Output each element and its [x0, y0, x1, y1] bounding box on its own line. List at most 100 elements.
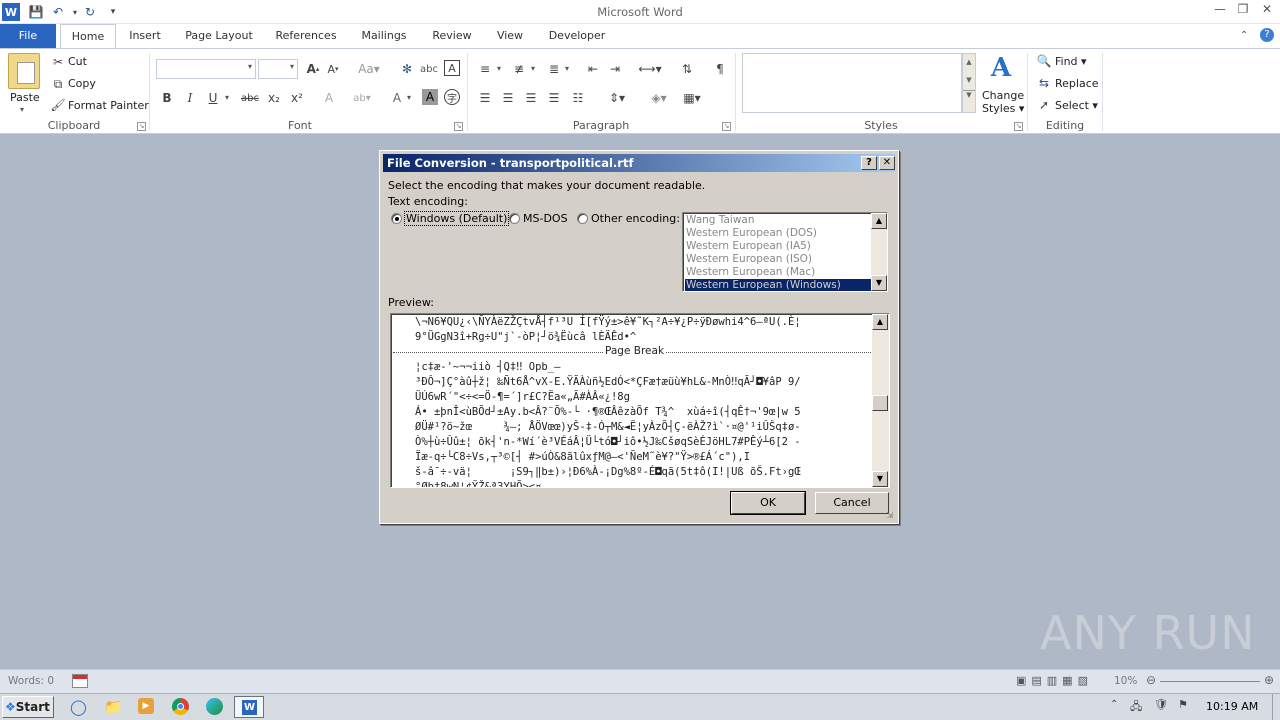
help-button[interactable]: ? — [861, 156, 877, 170]
list-item[interactable]: Western European (IA5) — [685, 240, 873, 253]
preview-pane[interactable]: \¬N6¥QU¿‹\ÑYÀëZŽÇtvÅ┤f¹³U Í[fŸý±>ê¥˜K┐²A… — [390, 313, 890, 488]
superscript-button[interactable]: x² — [288, 89, 306, 107]
find-icon[interactable]: 🔍 — [1035, 52, 1053, 70]
bullets-dropdown-icon[interactable]: ▾ — [497, 64, 501, 73]
sort-icon[interactable]: ⇅ — [678, 60, 696, 78]
scroll-down-icon[interactable]: ▼ — [872, 471, 888, 487]
change-case-icon[interactable]: Aa▾ — [356, 60, 382, 78]
font-launcher-icon[interactable]: ↘ — [454, 122, 463, 131]
change-styles-icon[interactable]: A — [984, 53, 1018, 83]
security-icon[interactable]: 🛡 — [1154, 698, 1168, 711]
copy-button[interactable]: Copy — [68, 77, 96, 90]
other-encoding-radio[interactable] — [577, 213, 588, 224]
copy-icon[interactable]: ⧉ — [49, 75, 67, 93]
shading-icon[interactable]: ◈▾ — [645, 89, 673, 107]
show-hidden-icons-icon[interactable]: ⌃ — [1110, 699, 1118, 710]
select-icon[interactable]: ➚ — [1035, 96, 1053, 114]
line-spacing-icon[interactable]: ⇕▾ — [604, 89, 630, 107]
underline-dropdown-icon[interactable]: ▾ — [225, 93, 229, 102]
start-button[interactable]: ❖Start — [2, 696, 54, 718]
phonetic-guide-icon[interactable]: abc — [420, 60, 438, 78]
close-icon[interactable]: ✕ — [1257, 2, 1277, 20]
bullets-icon[interactable]: ≡ — [476, 60, 494, 78]
borders-icon[interactable]: ▦▾ — [678, 89, 706, 107]
scroll-thumb[interactable] — [872, 395, 888, 411]
character-shading-icon[interactable]: A — [422, 89, 438, 105]
zoom-out-icon[interactable]: ⊖ — [1146, 673, 1156, 687]
grow-font-icon[interactable]: A ▴ — [304, 60, 322, 78]
font-color-dropdown-icon[interactable]: ▾ — [407, 93, 411, 102]
network-icon[interactable]: 🖧 — [1130, 698, 1142, 717]
change-styles-button-line2[interactable]: Styles ▾ — [982, 102, 1024, 115]
paste-dropdown-icon[interactable]: ▾ — [20, 105, 24, 114]
change-styles-button[interactable]: Change — [982, 89, 1024, 102]
list-item[interactable]: Western European (DOS) — [685, 227, 873, 240]
clear-formatting-icon[interactable]: ✻ — [398, 60, 416, 78]
ok-button[interactable]: OK — [731, 492, 805, 514]
multilevel-dropdown-icon[interactable]: ▾ — [565, 64, 569, 73]
chrome-icon[interactable] — [172, 698, 189, 715]
minimize-icon[interactable]: — — [1210, 2, 1230, 20]
decrease-indent-icon[interactable]: ⇤ — [584, 60, 602, 78]
encoding-list[interactable]: Wang Taiwan Western European (DOS) Weste… — [682, 212, 888, 292]
strikethrough-button[interactable]: abc — [238, 89, 262, 107]
other-encoding-label[interactable]: Other encoding: — [591, 212, 680, 225]
tab-review[interactable]: Review — [426, 24, 478, 48]
find-button[interactable]: Find ▾ — [1055, 55, 1087, 68]
scroll-up-icon[interactable]: ▲ — [871, 213, 887, 229]
italic-button[interactable]: I — [181, 89, 199, 107]
edge-icon[interactable] — [206, 698, 223, 715]
help-icon[interactable]: ? — [1260, 28, 1274, 42]
styles-gallery-scroll[interactable]: ▲ ▼ ▼ — [962, 53, 976, 113]
subscript-button[interactable]: x₂ — [265, 89, 283, 107]
paragraph-launcher-icon[interactable]: ↘ — [722, 122, 731, 131]
bold-button[interactable]: B — [158, 89, 176, 107]
enclose-characters-icon[interactable]: 字 — [444, 89, 460, 105]
windows-radio-label[interactable]: Windows (Default) — [404, 211, 510, 226]
format-painter-button[interactable]: Format Painter — [68, 99, 149, 112]
clipboard-launcher-icon[interactable]: ↘ — [137, 122, 146, 131]
word-taskbar-button[interactable]: W — [234, 696, 264, 718]
list-item[interactable]: Western European (ISO) — [685, 253, 873, 266]
list-item[interactable]: Wang Taiwan — [685, 214, 873, 227]
tab-mailings[interactable]: Mailings — [354, 24, 414, 48]
minimize-ribbon-icon[interactable]: ⌃ — [1240, 30, 1248, 41]
cancel-button[interactable]: Cancel — [815, 492, 889, 514]
paste-icon[interactable] — [8, 53, 40, 89]
multilevel-list-icon[interactable]: ≣ — [545, 60, 563, 78]
replace-icon[interactable]: ⇆ — [1035, 74, 1053, 92]
numbering-icon[interactable]: ≢ — [510, 60, 528, 78]
word-count[interactable]: Words: 0 — [8, 675, 54, 687]
msdos-radio[interactable] — [509, 213, 520, 224]
proofing-icon[interactable] — [72, 674, 88, 688]
highlight-icon[interactable]: ab▾ — [350, 89, 374, 107]
msdos-radio-label[interactable]: MS-DOS — [523, 212, 568, 225]
align-left-icon[interactable]: ☰ — [476, 89, 494, 107]
tab-file[interactable]: File — [0, 24, 56, 48]
styles-gallery[interactable] — [742, 53, 962, 113]
clock[interactable]: 10:19 AM — [1206, 700, 1258, 713]
view-buttons-icon[interactable]: ▣▤▥▦▧ — [1016, 674, 1093, 687]
font-size-combo[interactable]: ▾ — [258, 59, 298, 79]
media-player-icon[interactable]: ▶ — [138, 698, 154, 714]
encoding-list-scrollbar[interactable]: ▲ ▼ — [871, 213, 887, 291]
distributed-icon[interactable]: ☷ — [569, 89, 587, 107]
ie-icon[interactable]: ◯ — [70, 698, 87, 716]
show-desktop-button[interactable] — [1272, 694, 1280, 720]
windows-radio[interactable] — [391, 213, 402, 224]
action-center-flag-icon[interactable]: ⚑ — [1178, 698, 1188, 711]
paste-button[interactable]: Paste — [10, 91, 40, 104]
center-icon[interactable]: ☰ — [499, 89, 517, 107]
underline-button[interactable]: U — [204, 89, 222, 107]
zoom-level[interactable]: 10% — [1114, 675, 1137, 687]
scroll-up-icon[interactable]: ▲ — [872, 314, 888, 330]
maximize-icon[interactable]: ❐ — [1233, 2, 1253, 20]
character-border-icon[interactable]: A — [444, 60, 460, 76]
replace-button[interactable]: Replace — [1055, 77, 1099, 90]
tab-page-layout[interactable]: Page Layout — [180, 24, 258, 48]
cut-button[interactable]: Cut — [68, 55, 87, 68]
tab-references[interactable]: References — [270, 24, 342, 48]
tab-view[interactable]: View — [490, 24, 530, 48]
text-effects-icon[interactable]: A — [320, 89, 338, 107]
asian-layout-icon[interactable]: ⟷▾ — [638, 60, 662, 78]
